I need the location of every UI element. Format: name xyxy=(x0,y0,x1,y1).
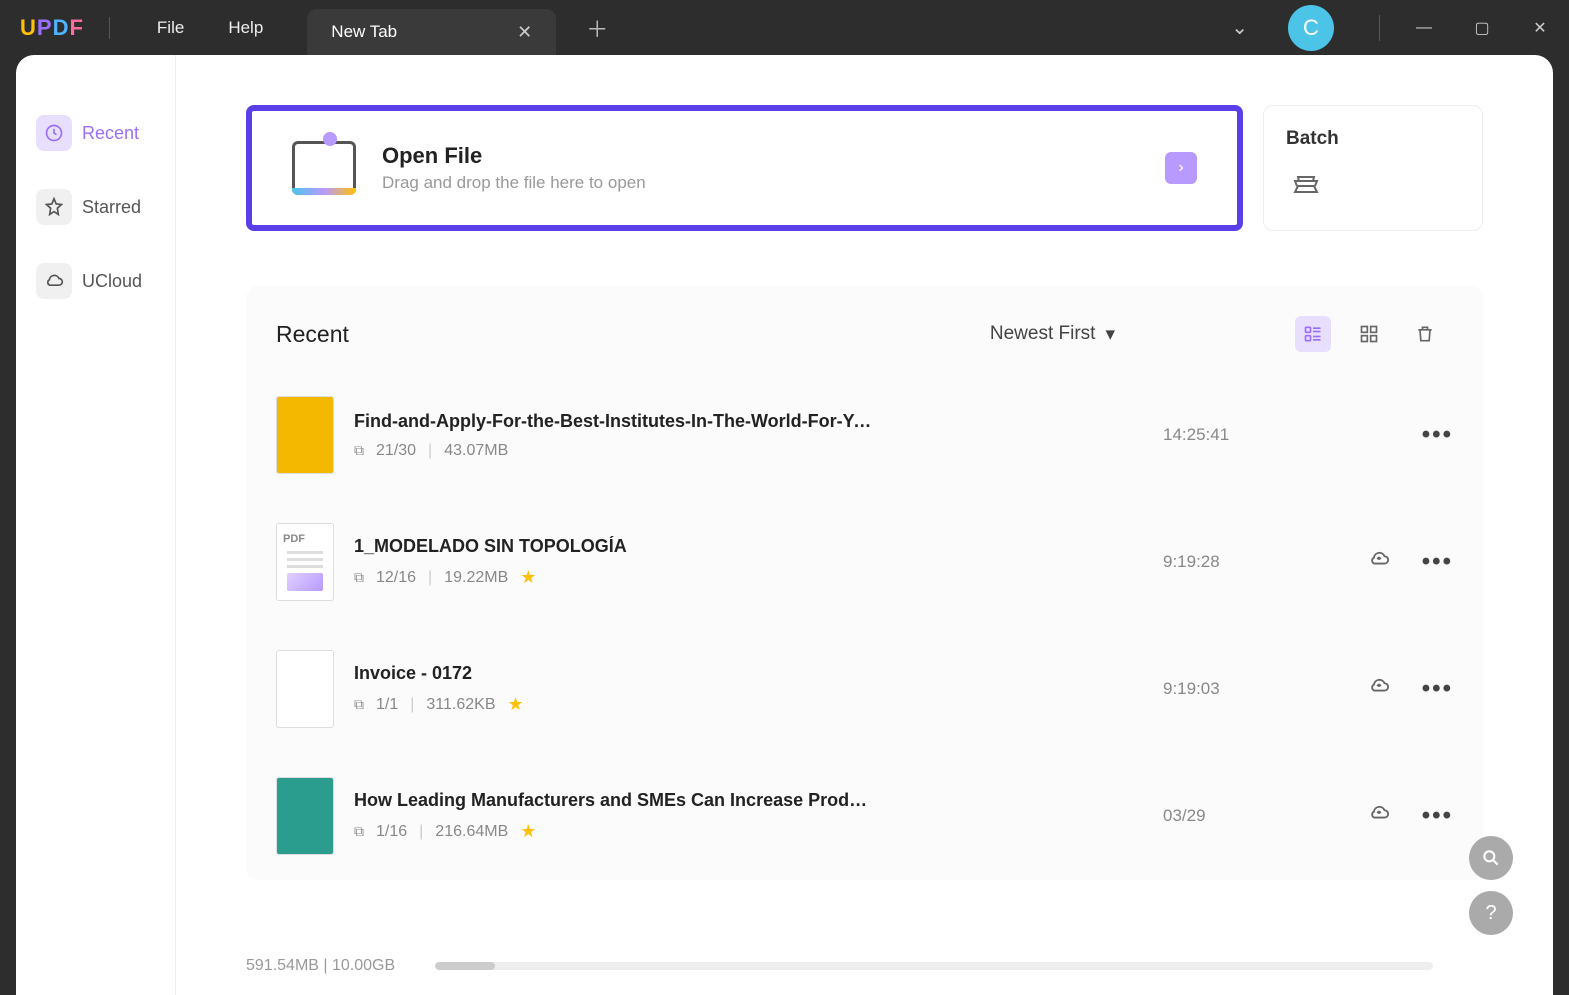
maximize-button[interactable]: ▢ xyxy=(1459,10,1505,46)
main: Open File Drag and drop the file here to… xyxy=(176,55,1553,995)
file-pages: 1/16 xyxy=(376,823,407,841)
file-row[interactable]: Find-and-Apply-For-the-Best-Institutes-I… xyxy=(276,372,1453,499)
recent-title: Recent xyxy=(276,321,349,348)
sidebar-item-recent[interactable]: Recent xyxy=(16,107,175,159)
help-fab[interactable]: ? xyxy=(1469,891,1513,935)
tab[interactable]: New Tab ✕ xyxy=(307,9,556,55)
pages-icon xyxy=(354,696,364,714)
batch-icon xyxy=(1286,165,1326,201)
avatar[interactable]: C xyxy=(1288,5,1334,51)
file-size: 43.07MB xyxy=(444,442,508,460)
close-button[interactable]: ✕ xyxy=(1517,10,1563,46)
batch-button[interactable]: Batch xyxy=(1263,105,1483,231)
menu-help[interactable]: Help xyxy=(206,18,285,38)
sidebar-item-starred[interactable]: Starred xyxy=(16,181,175,233)
file-time: 03/29 xyxy=(1163,806,1323,826)
file-thumbnail xyxy=(276,396,334,474)
file-name: Invoice - 0172 xyxy=(354,663,874,684)
file-size: 19.22MB xyxy=(444,569,508,587)
minimize-button[interactable]: — xyxy=(1401,10,1447,46)
star-icon: ★ xyxy=(520,821,536,842)
file-row[interactable]: PDF1_MODELADO SIN TOPOLOGÍA12/16|19.22MB… xyxy=(276,499,1453,626)
sidebar-item-label: UCloud xyxy=(82,271,142,292)
batch-title: Batch xyxy=(1286,128,1460,150)
file-name: Find-and-Apply-For-the-Best-Institutes-I… xyxy=(354,411,874,432)
recent-panel: Recent Newest First ▾ Find-and-Apply-For… xyxy=(246,286,1483,880)
star-icon xyxy=(36,189,72,225)
app-logo: UPDF xyxy=(20,15,84,41)
sidebar-item-label: Starred xyxy=(82,197,141,218)
grid-view-button[interactable] xyxy=(1351,316,1387,352)
file-row[interactable]: Invoice - 01721/1|311.62KB★9:19:03••• xyxy=(276,626,1453,753)
search-fab[interactable] xyxy=(1469,836,1513,880)
file-row[interactable]: How Leading Manufacturers and SMEs Can I… xyxy=(276,753,1453,880)
file-meta: 1/1|311.62KB★ xyxy=(354,694,1163,715)
file-name: How Leading Manufacturers and SMEs Can I… xyxy=(354,790,874,811)
close-icon[interactable]: ✕ xyxy=(517,22,532,43)
clock-icon xyxy=(36,115,72,151)
file-thumbnail xyxy=(276,777,334,855)
file-time: 9:19:03 xyxy=(1163,679,1323,699)
more-icon[interactable]: ••• xyxy=(1422,548,1453,576)
star-icon: ★ xyxy=(508,694,524,715)
list-view-button[interactable] xyxy=(1295,316,1331,352)
cloud-icon xyxy=(36,263,72,299)
file-size: 311.62KB xyxy=(426,696,495,714)
file-time: 9:19:28 xyxy=(1163,552,1323,572)
more-icon[interactable]: ••• xyxy=(1422,802,1453,830)
chevron-down-icon[interactable]: ⌄ xyxy=(1231,15,1248,40)
sort-dropdown[interactable]: Newest First ▾ xyxy=(990,323,1115,346)
cloud-upload-icon[interactable] xyxy=(1368,548,1390,576)
storage-bar: 591.54MB | 10.00GB xyxy=(246,957,1433,975)
tab-title: New Tab xyxy=(331,22,397,42)
more-icon[interactable]: ••• xyxy=(1422,675,1453,703)
new-tab-button[interactable]: ＋ xyxy=(586,12,608,44)
more-icon[interactable]: ••• xyxy=(1422,421,1453,449)
sidebar: Recent Starred UCloud xyxy=(16,55,176,995)
file-size: 216.64MB xyxy=(435,823,508,841)
file-meta: 12/16|19.22MB★ xyxy=(354,567,1163,588)
divider xyxy=(109,17,110,39)
file-name: 1_MODELADO SIN TOPOLOGÍA xyxy=(354,536,874,557)
file-pages: 21/30 xyxy=(376,442,416,460)
delete-button[interactable] xyxy=(1407,316,1443,352)
file-meta: 21/30|43.07MB xyxy=(354,442,1163,460)
storage-track xyxy=(435,962,1433,970)
file-pages: 1/1 xyxy=(376,696,398,714)
pages-icon xyxy=(354,442,364,460)
chevron-down-icon: ▾ xyxy=(1105,323,1115,346)
sort-label: Newest First xyxy=(990,323,1096,345)
divider xyxy=(1379,15,1380,41)
star-icon: ★ xyxy=(520,567,536,588)
pages-icon xyxy=(354,569,364,587)
titlebar: UPDF File Help New Tab ✕ ＋ ⌄ C — ▢ ✕ xyxy=(0,0,1569,55)
sidebar-item-label: Recent xyxy=(82,123,139,144)
folder-icon xyxy=(292,141,356,195)
file-pages: 12/16 xyxy=(376,569,416,587)
workspace: Recent Starred UCloud Open File Drag and… xyxy=(16,55,1553,995)
file-time: 14:25:41 xyxy=(1163,425,1323,445)
open-file-subtitle: Drag and drop the file here to open xyxy=(382,173,646,193)
sidebar-item-ucloud[interactable]: UCloud xyxy=(16,255,175,307)
cloud-upload-icon[interactable] xyxy=(1368,675,1390,703)
file-thumbnail xyxy=(276,650,334,728)
open-file-button[interactable]: Open File Drag and drop the file here to… xyxy=(246,105,1243,231)
file-thumbnail: PDF xyxy=(276,523,334,601)
storage-fill xyxy=(435,962,495,970)
file-meta: 1/16|216.64MB★ xyxy=(354,821,1163,842)
chevron-right-icon: › xyxy=(1165,152,1197,184)
pages-icon xyxy=(354,823,364,841)
cloud-upload-icon[interactable] xyxy=(1368,802,1390,830)
storage-text: 591.54MB | 10.00GB xyxy=(246,957,395,975)
menu-file[interactable]: File xyxy=(135,18,206,38)
open-file-title: Open File xyxy=(382,143,646,169)
